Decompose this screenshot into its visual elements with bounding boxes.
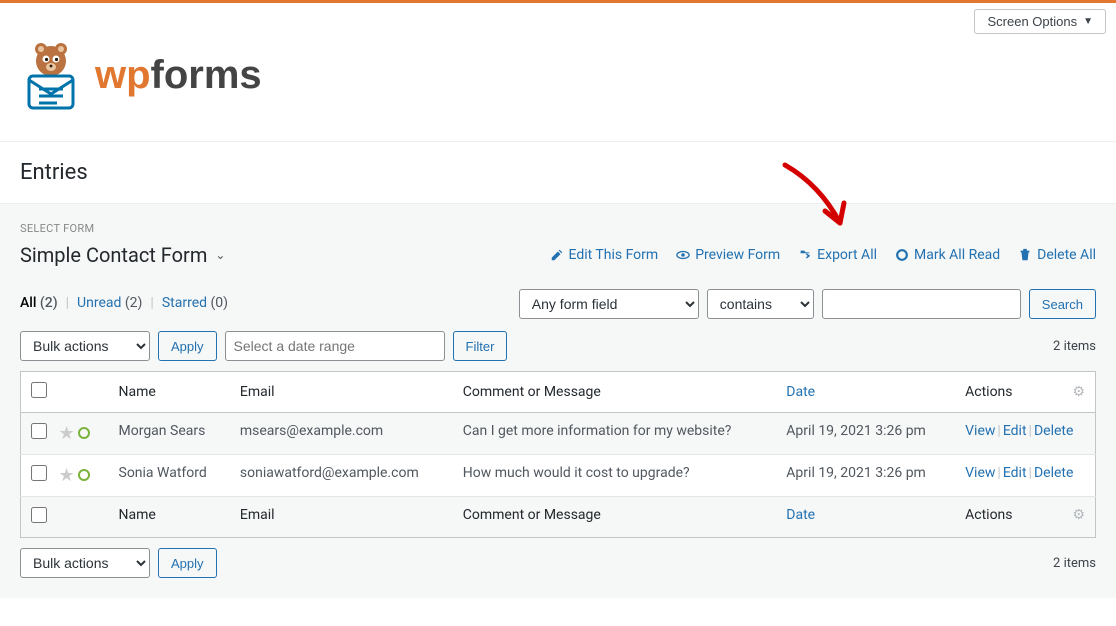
circle-icon [895, 248, 909, 262]
chevron-down-icon: ⌄ [215, 248, 225, 262]
col-settings-foot[interactable]: ⚙ [1062, 497, 1095, 538]
search-condition-select[interactable]: contains [707, 289, 814, 319]
col-actions: Actions [955, 372, 1062, 413]
cell-name: Sonia Watford [109, 455, 230, 497]
table-row: ★ Sonia Watford soniawatford@example.com… [21, 455, 1096, 497]
select-all-checkbox-bottom[interactable] [31, 507, 47, 523]
filter-starred[interactable]: Starred (0) [162, 295, 228, 311]
col-email[interactable]: Email [230, 372, 453, 413]
export-all-link[interactable]: Export All [798, 247, 877, 263]
edit-link[interactable]: Edit [1003, 465, 1027, 481]
col-email-foot[interactable]: Email [230, 497, 453, 538]
item-count-bottom: 2 items [1053, 556, 1096, 571]
cell-date: April 19, 2021 3:26 pm [776, 455, 955, 497]
row-actions: View|Edit|Delete [955, 413, 1095, 455]
cell-message: Can I get more information for my websit… [453, 413, 777, 455]
cell-message: How much would it cost to upgrade? [453, 455, 777, 497]
select-form-label: SELECT FORM [20, 222, 1096, 235]
edit-link[interactable]: Edit [1003, 423, 1027, 439]
pencil-icon [550, 248, 564, 262]
delete-link[interactable]: Delete [1034, 465, 1073, 481]
star-icon[interactable]: ★ [59, 465, 75, 486]
filter-button[interactable]: Filter [453, 331, 508, 361]
col-name[interactable]: Name [109, 372, 230, 413]
col-date-foot[interactable]: Date [776, 497, 955, 538]
page-title: Entries [20, 160, 1096, 185]
bulk-actions-select-top[interactable]: Bulk actions [20, 331, 150, 361]
wpforms-logo: wpforms [15, 39, 295, 111]
unread-status-icon[interactable] [78, 427, 90, 439]
svg-text:wpforms: wpforms [95, 53, 262, 97]
delete-all-link[interactable]: Delete All [1018, 247, 1096, 263]
preview-form-link[interactable]: Preview Form [676, 247, 780, 263]
cell-email: soniawatford@example.com [230, 455, 453, 497]
row-actions: View|Edit|Delete [955, 455, 1095, 497]
gear-icon: ⚙ [1072, 384, 1085, 400]
search-button[interactable]: Search [1029, 289, 1096, 319]
apply-button-top[interactable]: Apply [158, 331, 217, 361]
eye-icon [676, 248, 690, 262]
search-value-input[interactable] [822, 289, 1021, 319]
table-row: ★ Morgan Sears msears@example.com Can I … [21, 413, 1096, 455]
item-count-top: 2 items [1053, 339, 1096, 354]
filter-unread[interactable]: Unread (2) [77, 295, 142, 311]
screen-options-label: Screen Options [987, 14, 1077, 29]
select-all-checkbox-top[interactable] [31, 382, 47, 398]
trash-icon [1018, 248, 1032, 262]
apply-button-bottom[interactable]: Apply [158, 548, 217, 578]
col-name-foot[interactable]: Name [109, 497, 230, 538]
delete-link[interactable]: Delete [1034, 423, 1073, 439]
mark-all-read-link[interactable]: Mark All Read [895, 247, 1000, 263]
filter-all[interactable]: All (2) [20, 295, 58, 311]
caret-down-icon: ▼ [1083, 16, 1093, 27]
search-field-select[interactable]: Any form field [519, 289, 699, 319]
col-actions-foot: Actions [955, 497, 1062, 538]
row-checkbox[interactable] [31, 423, 47, 439]
row-checkbox[interactable] [31, 465, 47, 481]
unread-status-icon[interactable] [78, 469, 90, 481]
form-selector[interactable]: Simple Contact Form ⌄ [20, 243, 225, 267]
date-range-input[interactable] [225, 331, 445, 361]
bulk-actions-select-bottom[interactable]: Bulk actions [20, 548, 150, 578]
export-icon [798, 248, 812, 262]
entries-table: Name Email Comment or Message Date Actio… [20, 371, 1096, 538]
screen-options-button[interactable]: Screen Options ▼ [974, 9, 1106, 34]
plugin-header: wpforms [0, 34, 1116, 141]
cell-email: msears@example.com [230, 413, 453, 455]
selected-form-name: Simple Contact Form [20, 243, 207, 267]
wpforms-wordmark-icon: wpforms [95, 48, 295, 103]
col-date[interactable]: Date [776, 372, 955, 413]
col-message-foot[interactable]: Comment or Message [453, 497, 777, 538]
view-link[interactable]: View [965, 465, 995, 481]
view-link[interactable]: View [965, 423, 995, 439]
wpforms-mascot-icon [15, 39, 87, 111]
gear-icon: ⚙ [1072, 507, 1085, 523]
edit-form-link[interactable]: Edit This Form [550, 247, 659, 263]
cell-name: Morgan Sears [109, 413, 230, 455]
col-settings[interactable]: ⚙ [1062, 372, 1095, 413]
col-message[interactable]: Comment or Message [453, 372, 777, 413]
cell-date: April 19, 2021 3:26 pm [776, 413, 955, 455]
star-icon[interactable]: ★ [59, 423, 75, 444]
